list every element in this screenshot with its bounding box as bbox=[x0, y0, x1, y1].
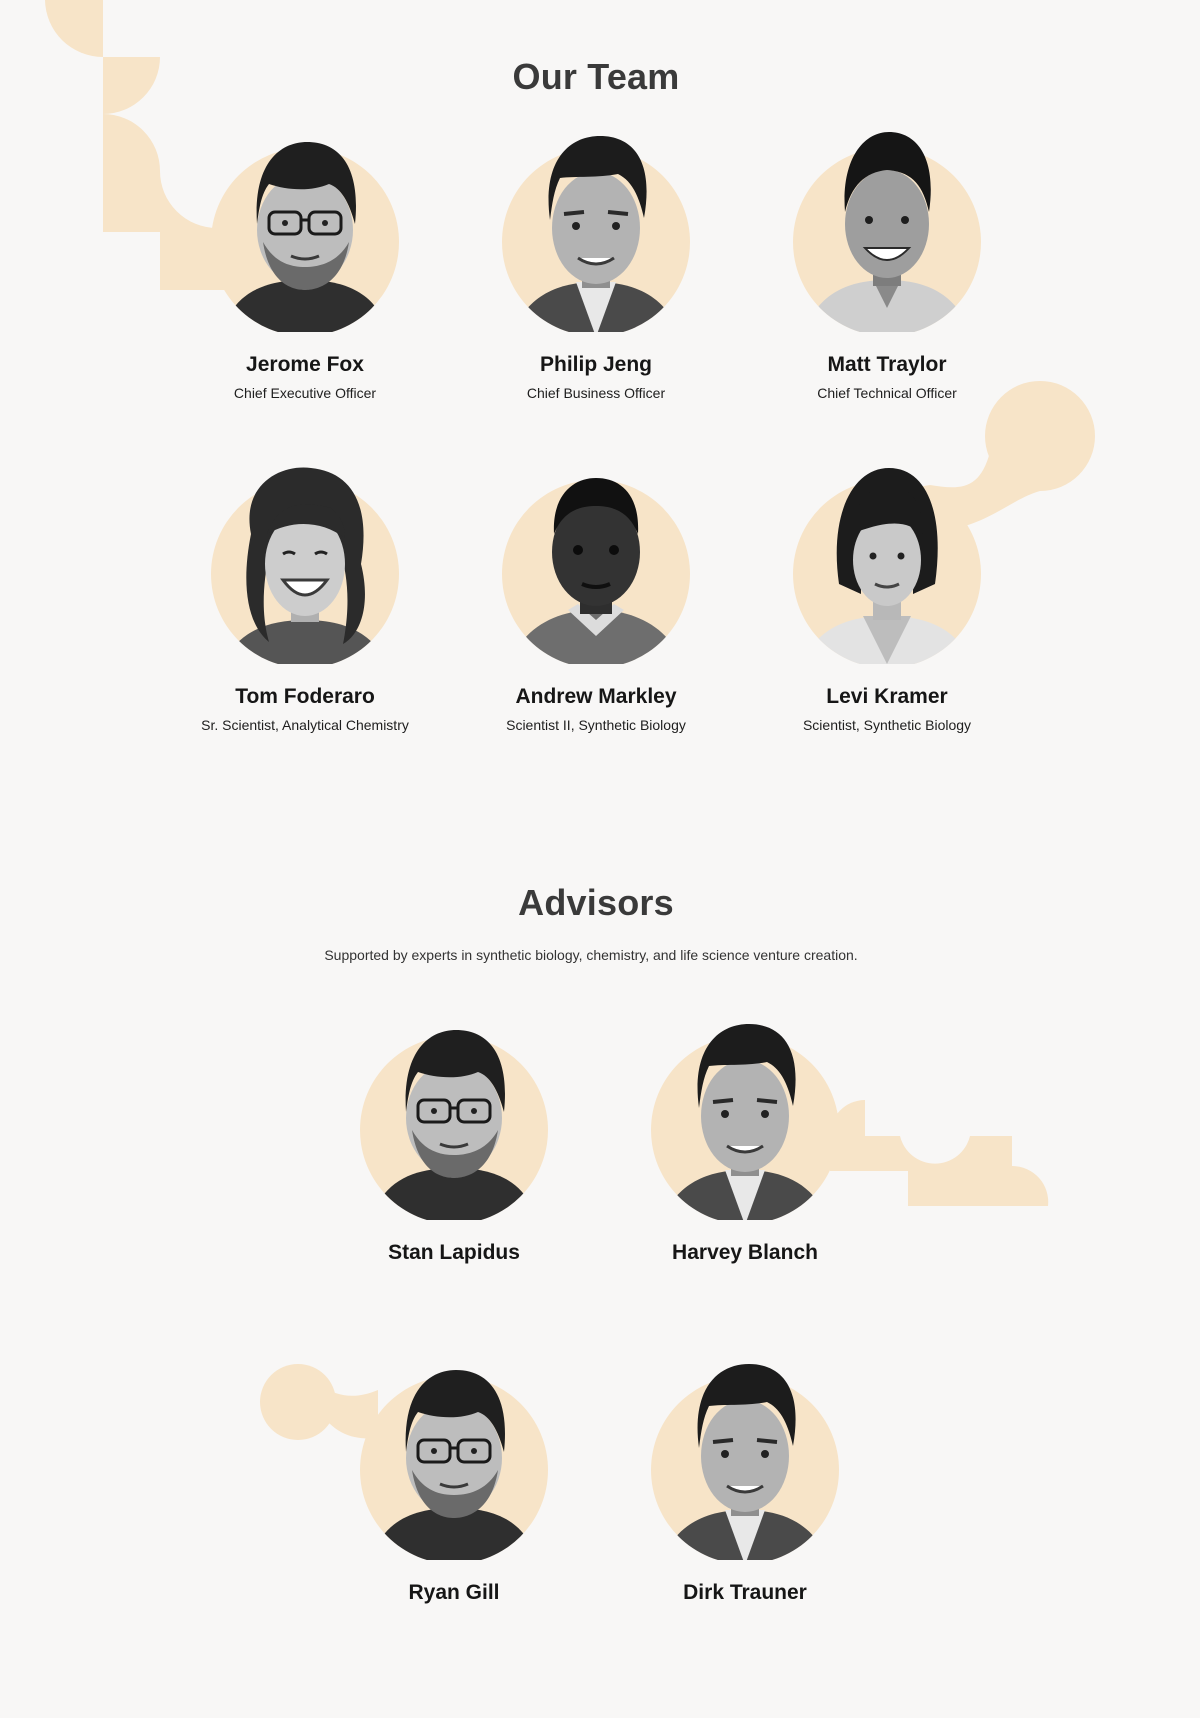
team-member-card: Levi Kramer Scientist, Synthetic Biology bbox=[737, 460, 1037, 750]
advisor-card: Dirk Trauner bbox=[595, 1356, 895, 1646]
advisor-card: Ryan Gill bbox=[304, 1356, 604, 1646]
member-name: Tom Foderaro bbox=[235, 685, 375, 708]
man-smiling-icon bbox=[502, 136, 690, 332]
member-name: Andrew Markley bbox=[515, 685, 677, 708]
advisors-subtitle: Supported by experts in synthetic biolog… bbox=[324, 947, 858, 963]
man-smiling-icon bbox=[651, 1364, 839, 1560]
man-glasses-icon bbox=[360, 1030, 548, 1220]
member-role: Scientist II, Synthetic Biology bbox=[506, 717, 686, 733]
member-name: Jerome Fox bbox=[246, 353, 364, 376]
member-role: Scientist, Synthetic Biology bbox=[802, 717, 972, 733]
man-glasses-icon bbox=[360, 1370, 548, 1560]
member-name: Stan Lapidus bbox=[388, 1241, 520, 1264]
team-member-card: Andrew Markley Scientist II, Synthetic B… bbox=[446, 460, 746, 750]
man-sweater-icon bbox=[502, 478, 690, 664]
member-name: Matt Traylor bbox=[827, 353, 947, 376]
man-smiling-icon bbox=[651, 1024, 839, 1220]
team-member-card: Tom Foderaro Sr. Scientist, Analytical C… bbox=[155, 460, 455, 750]
man-grin-icon bbox=[793, 132, 981, 332]
member-name: Ryan Gill bbox=[408, 1581, 500, 1604]
team-member-card: Philip Jeng Chief Business Officer bbox=[446, 128, 746, 418]
member-name: Dirk Trauner bbox=[683, 1581, 807, 1604]
advisors-heading: Advisors bbox=[518, 882, 674, 923]
woman-bob-hair-icon bbox=[793, 468, 981, 664]
member-role: Sr. Scientist, Analytical Chemistry bbox=[201, 717, 409, 733]
member-role: Chief Executive Officer bbox=[233, 385, 377, 401]
member-name: Philip Jeng bbox=[539, 353, 652, 376]
member-name: Harvey Blanch bbox=[672, 1241, 818, 1264]
team-member-card: Matt Traylor Chief Technical Officer bbox=[737, 128, 1037, 418]
man-glasses-icon bbox=[211, 142, 399, 332]
team-heading: Our Team bbox=[512, 56, 680, 97]
member-name: Levi Kramer bbox=[826, 685, 948, 708]
member-role: Chief Business Officer bbox=[526, 385, 666, 401]
member-role: Chief Technical Officer bbox=[817, 385, 957, 401]
advisor-card: Stan Lapidus bbox=[304, 1016, 604, 1306]
team-member-card: Jerome Fox Chief Executive Officer bbox=[155, 128, 455, 418]
woman-wavy-hair-icon bbox=[211, 467, 399, 664]
advisor-card: Harvey Blanch bbox=[595, 1016, 895, 1306]
